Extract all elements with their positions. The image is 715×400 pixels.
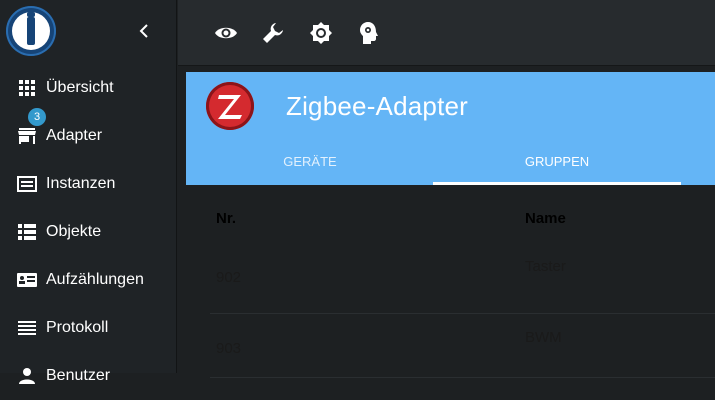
sidebar-item-aufzaehlungen[interactable]: Aufzählungen (0, 256, 177, 304)
brightness-icon[interactable] (309, 21, 333, 45)
sidebar-menu: Übersicht 3 Adapter Instanzen Objekte Au… (0, 64, 177, 400)
sidebar-item-objekte[interactable]: Objekte (0, 208, 177, 256)
sidebar-item-adapter[interactable]: 3 Adapter (0, 108, 177, 160)
tab-geraete[interactable]: Geräte (186, 144, 434, 185)
sidebar-item-label: Adapter (46, 127, 103, 144)
sidebar-item-label: Benutzer (46, 367, 111, 384)
cell-nr: 902 (216, 269, 242, 286)
update-count-badge: 3 (28, 108, 46, 126)
column-header-name: Name (525, 210, 566, 227)
sidebar-item-benutzer[interactable]: Benutzer (0, 352, 177, 400)
grid-icon (17, 79, 37, 97)
cell-nr: 903 (216, 340, 242, 357)
tab-gruppen[interactable]: Gruppen (433, 144, 681, 185)
list-icon (17, 223, 37, 241)
sidebar-item-label: Objekte (46, 223, 102, 240)
adapter-header: Zigbee-Adapter Geräte Gruppen (186, 72, 715, 185)
sidebar-item-uebersicht[interactable]: Übersicht (0, 64, 177, 112)
logo-dot (27, 12, 35, 17)
sidebar-item-instanzen[interactable]: Instanzen (0, 160, 177, 208)
sidebar: Übersicht 3 Adapter Instanzen Objekte Au… (0, 0, 177, 384)
enum-icon (17, 271, 37, 289)
log-icon (17, 319, 37, 337)
groups-table: Nr. Name 902 Taster 903 BWM (186, 185, 715, 378)
logo-bar (27, 17, 35, 45)
expert-head-icon[interactable] (357, 21, 381, 45)
table-row[interactable]: 902 Taster (210, 250, 715, 314)
sidebar-item-label: Aufzählungen (46, 271, 144, 288)
wrench-icon[interactable] (261, 21, 285, 45)
page-title: Zigbee-Adapter (286, 91, 469, 121)
sidebar-item-protokoll[interactable]: Protokoll (0, 304, 177, 352)
sidebar-item-label: Protokoll (46, 319, 109, 336)
user-icon (17, 367, 37, 385)
eye-icon[interactable] (214, 21, 238, 45)
column-header-nr: Nr. (216, 210, 237, 227)
sidebar-item-label: Instanzen (46, 175, 116, 192)
zigbee-logo (206, 82, 254, 130)
sidebar-item-label: Übersicht (46, 79, 114, 96)
top-toolbar (178, 0, 715, 66)
store-icon (17, 127, 37, 145)
cell-name: BWM (525, 329, 562, 346)
instances-icon (17, 175, 37, 193)
cell-name: Taster (525, 258, 566, 275)
table-row[interactable]: 903 BWM (210, 314, 715, 378)
iobroker-logo[interactable] (6, 6, 56, 56)
chevron-left-icon[interactable] (134, 21, 154, 41)
